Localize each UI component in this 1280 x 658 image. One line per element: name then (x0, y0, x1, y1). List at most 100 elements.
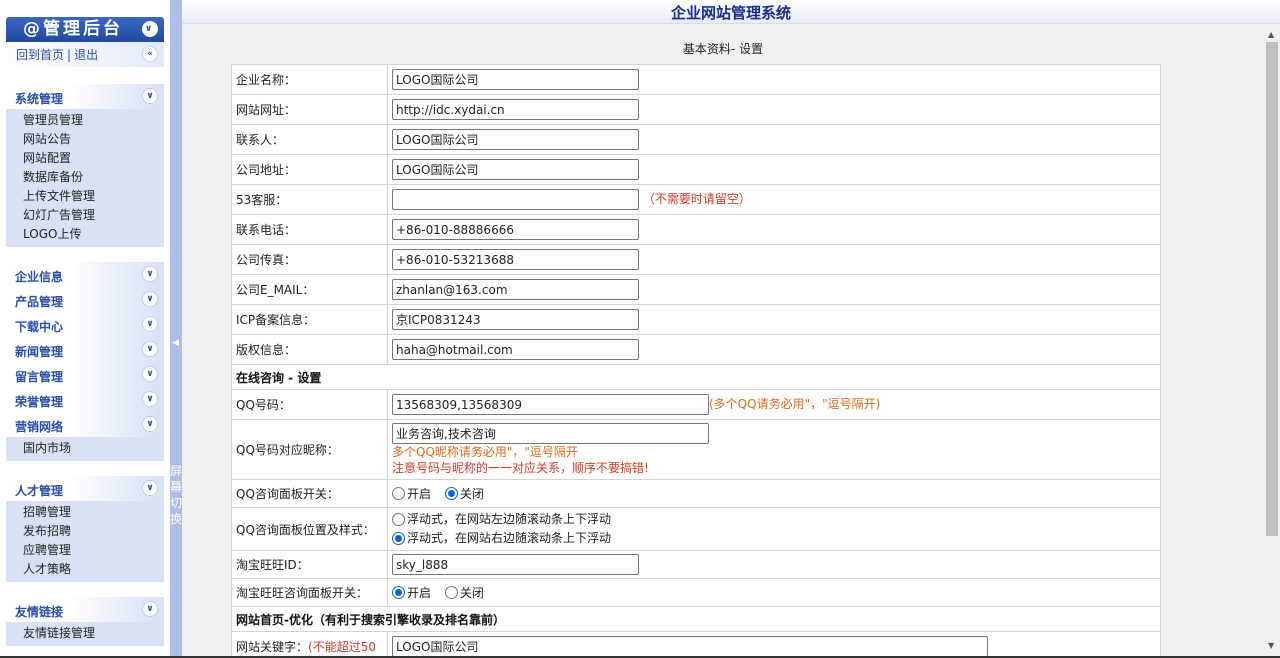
menu-item-links-manage[interactable]: 友情链接管理 (6, 624, 164, 643)
menu-group-company: 企业信息 ∨ (6, 262, 164, 287)
menu-title-label: 荣誉管理 (15, 395, 64, 409)
menu-title-products[interactable]: 产品管理 ∨ (6, 287, 164, 312)
screen-switch-splitter[interactable]: ◀ 屏幕切换 (170, 0, 182, 656)
menu-title-links[interactable]: 友情链接 ∨ (6, 597, 164, 622)
field-label: 公司传真： (231, 244, 388, 275)
form-row-copyright: 版权信息： (231, 334, 1161, 365)
address-input[interactable] (392, 159, 639, 180)
menu-title-label: 新闻管理 (15, 345, 64, 359)
menu-title-downloads[interactable]: 下载中心 ∨ (6, 312, 164, 337)
qq-panel-on-radio[interactable] (392, 487, 405, 500)
qq-pos-right-radio[interactable] (392, 532, 405, 545)
chevron-down-icon[interactable]: ∨ (142, 391, 158, 407)
field-label: QQ咨询面板开关： (231, 479, 388, 508)
radio-label: 浮动式，在网站左边随滚动条上下浮动 (407, 512, 612, 526)
vertical-scrollbar[interactable]: ▲ ▼ (1264, 24, 1280, 656)
menu-item-recruit-manage[interactable]: 招聘管理 (6, 503, 164, 522)
contact-input[interactable] (392, 129, 639, 150)
qq-nick-input[interactable] (392, 423, 709, 444)
menu-item-slide-ads[interactable]: 幻灯广告管理 (6, 206, 164, 225)
menu-item-admin[interactable]: 管理员管理 (6, 111, 164, 130)
menu-item-config[interactable]: 网站配置 (6, 149, 164, 168)
copyright-input[interactable] (392, 339, 639, 360)
field-label: 网站关键字：(不能超过50 (231, 631, 388, 656)
chevron-down-icon[interactable]: ∨ (142, 316, 158, 332)
section-title: 在线咨询 - 设置 (231, 364, 1161, 390)
menu-item-upload-files[interactable]: 上传文件管理 (6, 187, 164, 206)
phone-input[interactable] (392, 219, 639, 240)
menu-items-talent: 招聘管理 发布招聘 应聘管理 人才策略 (6, 501, 164, 582)
menu-item-logo-upload[interactable]: LOGO上传 (6, 225, 164, 244)
chevron-down-icon[interactable]: ∨ (142, 601, 158, 617)
main-panel: 企业网站管理系统 基本资料- 设置 企业名称： 网站网址： 联系人： 公司地址： (182, 0, 1280, 656)
menu-title-company[interactable]: 企业信息 ∨ (6, 262, 164, 287)
chevron-down-icon[interactable]: ∨ (142, 480, 158, 496)
menu-title-talent[interactable]: 人才管理 ∨ (6, 476, 164, 501)
sidebar: @管理后台 ∨ 回到首页 | 退出 « 系统管理 ∨ 管理员管理 网站公告 网站配置… (0, 0, 170, 656)
kefu53-input[interactable] (392, 189, 639, 210)
form-row-taobao-switch: 淘宝旺旺咨询面板开关： 开启 关闭 (231, 578, 1161, 607)
field-label: 淘宝旺旺咨询面板开关： (231, 578, 388, 607)
qq-pos-left-radio[interactable] (392, 513, 405, 526)
keywords-hint: (不能超过50 (308, 640, 376, 654)
menu-item-post-job[interactable]: 发布招聘 (6, 522, 164, 541)
home-bar: 回到首页 | 退出 « (6, 42, 164, 67)
qq-nick-hint-2: 注意号码与昵称的一一对应关系，顺序不要搞错! (392, 461, 649, 475)
menu-title-marketing[interactable]: 营销网络 ∨ (6, 412, 164, 437)
fax-input[interactable] (392, 249, 639, 270)
double-chevron-left-icon[interactable]: « (142, 46, 158, 62)
menu-item-backup[interactable]: 数据库备份 (6, 168, 164, 187)
radio-label: 开启 (407, 487, 432, 501)
taobao-off-radio[interactable] (444, 586, 458, 599)
menu-group-news: 新闻管理 ∨ (6, 337, 164, 362)
scroll-down-arrow-icon[interactable]: ▼ (1268, 641, 1274, 650)
qq-nick-hint-1: 多个QQ昵称请务必用"，"逗号隔开 (392, 445, 578, 459)
scroll-up-arrow-icon[interactable]: ▲ (1268, 30, 1274, 39)
taobao-on-radio[interactable] (392, 586, 405, 599)
field-label: 公司地址： (231, 154, 388, 185)
icp-input[interactable] (392, 309, 639, 330)
form-row-taobao-id: 淘宝旺旺ID： (231, 550, 1161, 579)
content-area: 基本资料- 设置 企业名称： 网站网址： 联系人： 公司地址： (182, 24, 1264, 656)
menu-group-messages: 留言管理 ∨ (6, 362, 164, 387)
company-name-input[interactable] (392, 69, 639, 90)
chevron-down-icon[interactable]: ∨ (142, 291, 158, 307)
qq-input[interactable] (392, 394, 709, 415)
keywords-input[interactable] (392, 636, 988, 656)
chevron-down-icon[interactable]: ∨ (142, 416, 158, 432)
qq-panel-off-radio[interactable] (444, 487, 458, 500)
menu-title-label: 企业信息 (15, 270, 64, 284)
form-row-qq-panel-position: QQ咨询面板位置及样式： 浮动式，在网站左边随滚动条上下浮动 浮动式，在网站右边… (231, 507, 1161, 551)
email-input[interactable] (392, 279, 639, 300)
chevron-down-icon[interactable]: ∨ (142, 341, 158, 357)
screen-switch-label[interactable]: 屏幕切换 (170, 463, 182, 527)
taobao-id-input[interactable] (392, 554, 639, 575)
menu-title-label: 留言管理 (15, 370, 64, 384)
logout-link[interactable]: 退出 (74, 48, 98, 62)
home-link[interactable]: 回到首页 (16, 48, 64, 62)
menu-items-links: 友情链接管理 (6, 622, 164, 646)
menu-group-links: 友情链接 ∨ 友情链接管理 (6, 597, 164, 646)
section-title: 网站首页-优化（有利于搜索引擎收录及排名靠前） (231, 606, 1161, 632)
kefu53-hint: （不需要时请留空） (642, 192, 751, 206)
field-label: 版权信息： (231, 334, 388, 365)
keywords-label: 网站关键字： (236, 640, 309, 654)
menu-items-marketing: 国内市场 (6, 437, 164, 461)
chevron-down-icon[interactable]: ∨ (142, 266, 158, 282)
menu-title-news[interactable]: 新闻管理 ∨ (6, 337, 164, 362)
menu-item-domestic-market[interactable]: 国内市场 (6, 439, 164, 458)
collapse-all-icon[interactable]: ∨ (142, 21, 158, 37)
chevron-down-icon[interactable]: ∨ (142, 366, 158, 382)
menu-item-talent-strategy[interactable]: 人才策略 (6, 560, 164, 579)
menu-item-applications[interactable]: 应聘管理 (6, 541, 164, 560)
chevron-down-icon[interactable]: ∨ (142, 88, 158, 104)
triangle-left-icon[interactable]: ◀ (172, 338, 179, 348)
scrollbar-thumb[interactable] (1266, 42, 1278, 536)
qq-hint: (多个QQ请务必用"，"逗号隔开) (709, 397, 881, 411)
menu-title-messages[interactable]: 留言管理 ∨ (6, 362, 164, 387)
menu-group-talent: 人才管理 ∨ 招聘管理 发布招聘 应聘管理 人才策略 (6, 476, 164, 582)
menu-title-honors[interactable]: 荣誉管理 ∨ (6, 387, 164, 412)
menu-item-notice[interactable]: 网站公告 (6, 130, 164, 149)
menu-title-system[interactable]: 系统管理 ∨ (6, 84, 164, 109)
website-input[interactable] (392, 99, 639, 120)
